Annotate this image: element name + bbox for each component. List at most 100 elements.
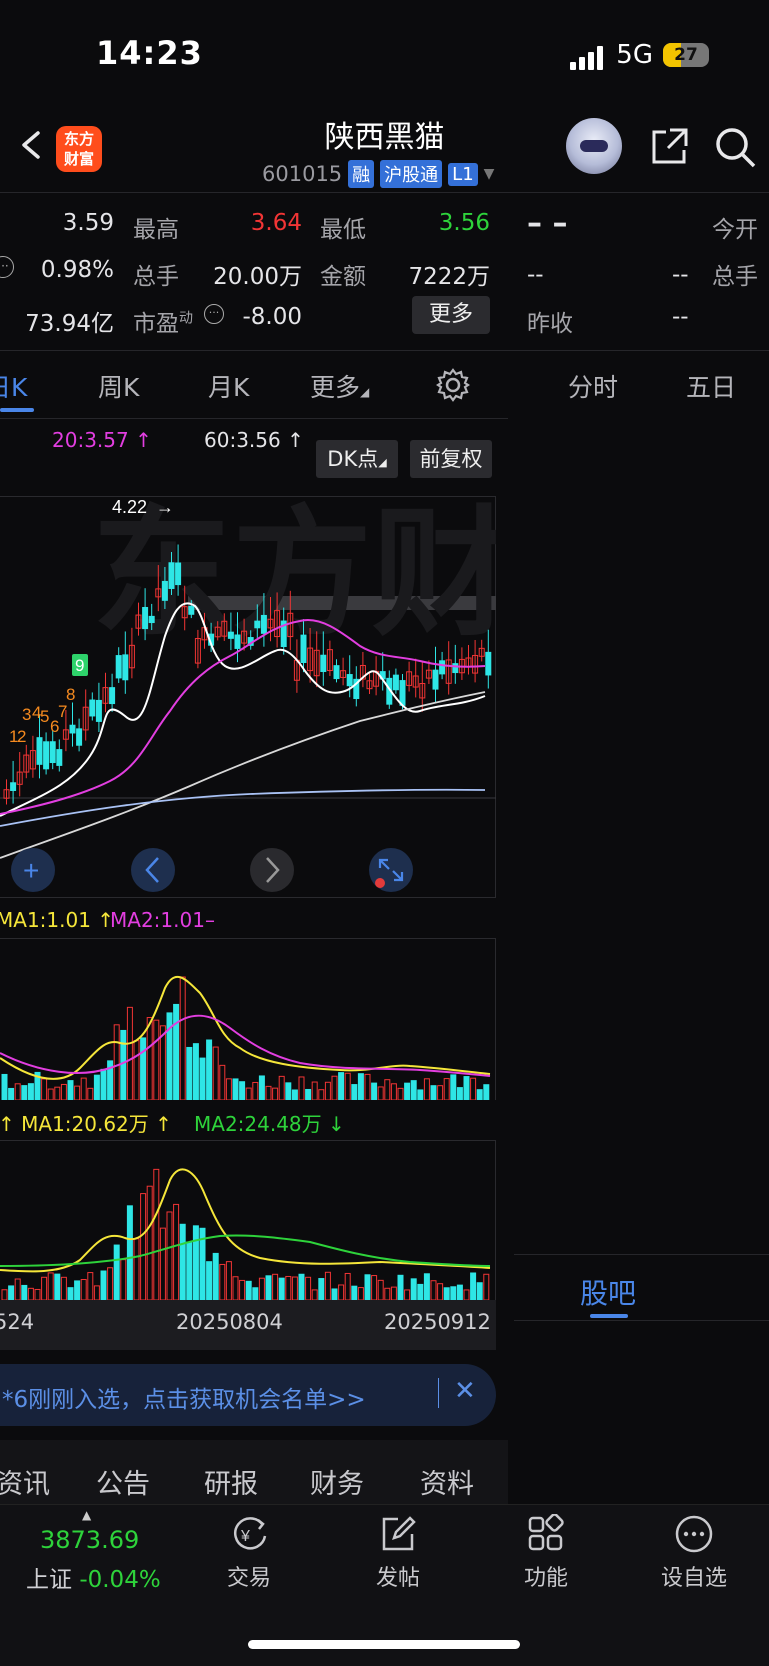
nav-post[interactable]: 发帖 <box>348 1560 448 1592</box>
indicator-bar <box>133 1238 140 1300</box>
ind2-ma1-line <box>0 1168 491 1273</box>
nav-functions[interactable]: 功能 <box>496 1560 596 1592</box>
indicator-bar <box>443 1287 450 1300</box>
banner-separator <box>438 1378 439 1408</box>
nav-add-watchlist[interactable]: 设自选 <box>644 1560 744 1592</box>
tab-five-day[interactable]: 五日 <box>686 368 736 404</box>
gear-icon[interactable] <box>436 368 470 402</box>
indicator-bar <box>232 1276 239 1300</box>
more-quote-button[interactable]: 更多 <box>412 296 490 334</box>
more-circle-icon[interactable] <box>674 1514 714 1554</box>
candle <box>320 654 327 673</box>
candle <box>148 615 155 624</box>
indicator-bar <box>232 1078 239 1100</box>
search-icon[interactable] <box>714 126 756 168</box>
indicator-bar <box>140 1037 147 1100</box>
candle <box>43 741 50 770</box>
tab-profile[interactable]: 资料 <box>420 1462 474 1501</box>
tab-more[interactable]: 更多◢ <box>310 368 369 404</box>
zoom-in-button: + <box>11 848 55 892</box>
date-label-2: 20250804 <box>176 1310 283 1334</box>
index-info[interactable]: 上证 -0.04% <box>26 1560 161 1594</box>
indicator-bar <box>404 1082 411 1100</box>
indicator-bar <box>470 1272 477 1300</box>
indicator-bar <box>186 1046 193 1100</box>
indicator-bar <box>430 1280 437 1300</box>
info-circle-icon[interactable]: ··· <box>0 256 14 278</box>
seq-4: 4 <box>32 703 41 722</box>
turnover-rate: 0.98% <box>40 257 114 283</box>
indicator-bar <box>80 1279 87 1300</box>
tab-intraday[interactable]: 分时 <box>568 368 618 404</box>
post-icon[interactable] <box>378 1514 418 1554</box>
indicator-bar <box>212 1252 219 1300</box>
candle <box>346 674 353 687</box>
tabs-divider <box>0 418 508 419</box>
indicator-bar <box>54 1273 61 1300</box>
tab-day-k[interactable]: 日K <box>0 368 27 404</box>
candle <box>69 724 76 734</box>
indicator-bar <box>272 1087 279 1100</box>
indicator-bar <box>456 1284 463 1300</box>
indicator-bar <box>285 1082 292 1100</box>
share-icon[interactable] <box>648 126 690 168</box>
active-tab-indicator <box>0 408 34 412</box>
indicator-bar <box>318 1089 325 1100</box>
candle <box>10 782 17 791</box>
candle <box>260 614 267 634</box>
indicator-bar <box>199 1057 206 1100</box>
guba-divider-bottom <box>514 1320 769 1321</box>
indicator2-chart[interactable] <box>0 1140 496 1300</box>
tab-announcement[interactable]: 公告 <box>96 1462 150 1501</box>
watermark: 东方财富 <box>92 496 496 652</box>
indicator-bar <box>278 1075 285 1100</box>
indicator-bar <box>153 1168 160 1300</box>
tab-week-k[interactable]: 周K <box>98 368 139 404</box>
indicator-bar <box>245 1087 252 1100</box>
candle <box>485 651 492 676</box>
indicator-bar <box>371 1275 378 1300</box>
tab-news[interactable]: 资讯 <box>0 1462 50 1501</box>
indicator-bar <box>483 1273 490 1300</box>
indicator-bar <box>113 1244 120 1300</box>
close-icon[interactable]: ✕ <box>454 1376 476 1406</box>
indicator-bar <box>364 1073 371 1100</box>
indicator-bar <box>14 1278 21 1300</box>
amount-value: 7222万 <box>408 264 490 290</box>
dk-point-button[interactable]: DK点◢ <box>316 440 398 478</box>
date-label-1: 524 <box>0 1310 35 1334</box>
indicator1-chart[interactable] <box>0 938 496 1100</box>
indicator-bar <box>384 1287 391 1300</box>
candle <box>333 665 340 680</box>
index-value[interactable]: 3873.69 <box>40 1526 139 1554</box>
indicator-bar <box>258 1277 265 1300</box>
amount-label: 金额 <box>320 264 366 290</box>
pe-info-icon[interactable]: ··· <box>204 304 224 324</box>
indicator-bar <box>437 1085 444 1100</box>
tab-finance[interactable]: 财务 <box>310 1462 364 1501</box>
kline-chart[interactable]: 东方财富 4.22 → 9 8 7 6 5 4 3 2 1 + <box>0 496 496 898</box>
indicator-bar <box>390 1286 397 1300</box>
tag-margin: 融 <box>348 160 375 188</box>
stock-code-row[interactable]: 601015 融 沪股通 L1 ▼ <box>262 160 494 188</box>
tab-guba[interactable]: 股吧 <box>580 1272 636 1312</box>
signal-icon <box>570 40 606 70</box>
indicator-bar <box>27 1287 34 1300</box>
indicator-bar <box>153 1019 160 1100</box>
indicator-bar <box>192 1225 199 1300</box>
apps-icon[interactable] <box>526 1514 566 1554</box>
tab-month-k[interactable]: 月K <box>208 368 249 404</box>
indicator-bar <box>417 1089 424 1100</box>
caret-up-icon: ▲ <box>82 1508 92 1522</box>
tab-research[interactable]: 研报 <box>204 1462 258 1501</box>
nav-trade[interactable]: 交易 <box>199 1560 299 1592</box>
date-label-3: 20250912 <box>384 1310 491 1334</box>
indicator-bar <box>397 1087 404 1100</box>
ai-robot-avatar[interactable] <box>566 118 622 174</box>
trade-icon[interactable]: ¥ <box>230 1514 270 1554</box>
candle <box>439 660 446 675</box>
promo-banner-text[interactable]: *6刚刚入选，点击获取机会名单>> <box>2 1380 366 1414</box>
indicator-bar <box>384 1079 391 1100</box>
indicator-bar <box>47 1088 54 1100</box>
adjust-button[interactable]: 前复权 <box>410 440 492 478</box>
